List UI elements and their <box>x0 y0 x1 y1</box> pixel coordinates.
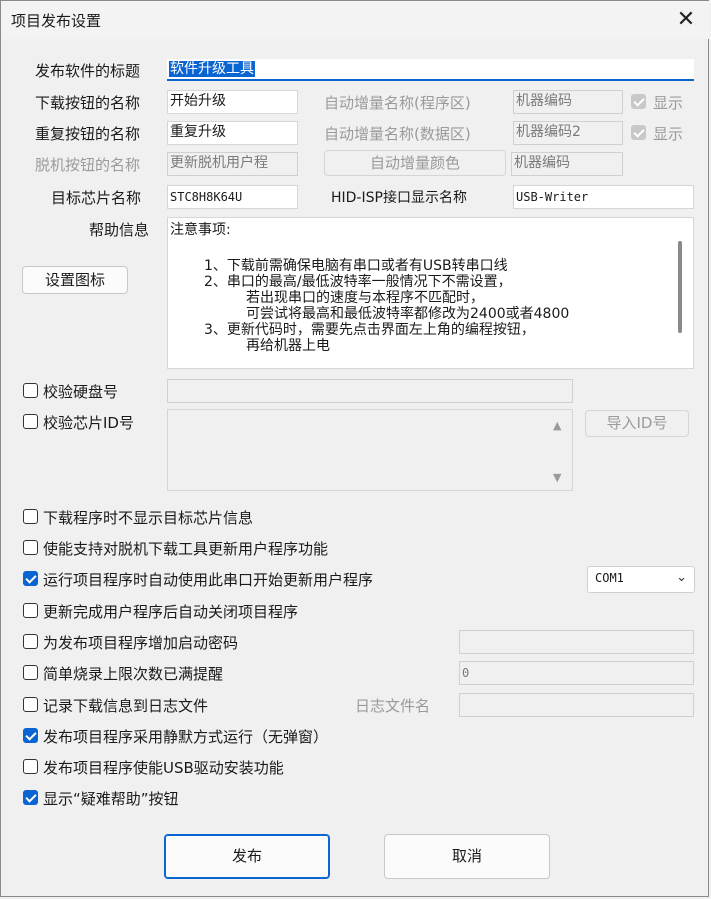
usb-driver-install-checkbox[interactable] <box>23 759 38 774</box>
log-file-name-input[interactable] <box>459 693 694 717</box>
enable-offline-update-checkbox[interactable] <box>23 540 38 555</box>
publish-button[interactable]: 发布 <box>164 834 330 879</box>
show-checkbox-2[interactable] <box>631 125 646 140</box>
help-line: 1、下载前需确保电脑有串口或者有USB转串口线 <box>204 258 508 274</box>
help-line: 注意事项: <box>170 222 231 238</box>
auto-increment-data-input[interactable]: 机器编码2 <box>513 121 623 145</box>
cancel-button[interactable]: 取消 <box>384 834 550 879</box>
auto-increment-color-button[interactable]: 自动增量颜色 <box>324 150 506 176</box>
close-icon[interactable]: ✕ <box>669 5 703 35</box>
com-port-select[interactable]: COM1 ⌄ <box>587 566 695 593</box>
show-checkbox-1[interactable] <box>631 94 646 109</box>
help-line: 2、串口的最高/最低波特率一般情况下不需设置， <box>204 274 512 290</box>
show-label-2: 显示 <box>653 125 684 143</box>
no-target-info-checkbox[interactable] <box>23 509 38 524</box>
verify-chip-id-checkbox[interactable] <box>23 414 38 429</box>
release-title-label: 发布软件的标题 <box>35 62 141 80</box>
verify-disk-label: 校验硬盘号 <box>43 383 119 401</box>
burn-limit-label: 简单烧录上限次数已满提醒 <box>43 665 224 683</box>
startup-password-input[interactable] <box>459 630 694 654</box>
verify-chip-id-label: 校验芯片ID号 <box>43 414 134 432</box>
auto-increment-color-input[interactable]: 机器编码 <box>511 152 623 176</box>
burn-limit-input[interactable]: 0 <box>459 661 694 685</box>
log-file-name-label: 日志文件名 <box>355 697 431 715</box>
hid-isp-name-label: HID-ISP接口显示名称 <box>331 190 467 206</box>
help-info-label: 帮助信息 <box>89 221 150 239</box>
auto-close-checkbox[interactable] <box>23 603 38 618</box>
silent-mode-label: 发布项目程序采用静默方式运行（无弹窗） <box>43 728 329 746</box>
import-id-button[interactable]: 导入ID号 <box>585 410 689 437</box>
log-to-file-checkbox[interactable] <box>23 697 38 712</box>
show-help-button-label: 显示“疑难帮助”按钮 <box>43 790 179 808</box>
help-line: 再给机器上电 <box>246 338 330 354</box>
release-settings-dialog: 项目发布设置 ✕ 发布软件的标题 软件升级工具 下载按钮的名称 开始升级 自动增… <box>0 0 710 897</box>
window-title: 项目发布设置 <box>11 12 102 30</box>
title-bar <box>1 1 710 39</box>
offline-button-name-label: 脱机按钮的名称 <box>35 156 141 174</box>
startup-password-label: 为发布项目程序增加启动密码 <box>43 634 239 652</box>
auto-increment-program-input[interactable]: 机器编码 <box>513 90 623 114</box>
help-line: 若出现串口的速度与本程序不匹配时， <box>246 290 484 306</box>
release-title-input[interactable]: 软件升级工具 <box>167 59 694 81</box>
hid-isp-name-input[interactable]: USB-Writer <box>513 185 694 209</box>
repeat-button-name-input[interactable]: 重复升级 <box>167 121 298 145</box>
help-line: 3、更新代码时，需要先点击界面左上角的编程按钮， <box>204 322 535 338</box>
verify-disk-checkbox[interactable] <box>23 383 38 398</box>
release-title-value: 软件升级工具 <box>169 61 255 77</box>
no-target-info-label: 下载程序时不显示目标芯片信息 <box>43 509 254 527</box>
offline-button-name-input[interactable]: 更新脱机用户程 <box>167 152 298 176</box>
silent-mode-checkbox[interactable] <box>23 728 38 743</box>
scroll-down-icon[interactable]: ▼ <box>553 471 561 484</box>
com-port-value: COM1 <box>595 571 624 585</box>
help-scrollbar-thumb[interactable] <box>678 241 682 333</box>
show-help-button-checkbox[interactable] <box>23 790 38 805</box>
auto-increment-data-label: 自动增量名称(数据区) <box>324 125 471 143</box>
set-icon-button[interactable]: 设置图标 <box>22 266 128 294</box>
startup-password-checkbox[interactable] <box>23 634 38 649</box>
verify-disk-input[interactable] <box>167 379 573 403</box>
scroll-up-icon[interactable]: ▲ <box>553 419 561 432</box>
show-label-1: 显示 <box>653 94 684 112</box>
repeat-button-name-label: 重复按钮的名称 <box>35 125 141 143</box>
auto-serial-update-label: 运行项目程序时自动使用此串口开始更新用户程序 <box>43 571 374 589</box>
help-info-textarea[interactable]: 注意事项: 1、下载前需确保电脑有串口或者有USB转串口线 2、串口的最高/最低… <box>167 217 694 369</box>
auto-increment-program-label: 自动增量名称(程序区) <box>324 94 471 112</box>
burn-limit-checkbox[interactable] <box>23 665 38 680</box>
log-to-file-label: 记录下载信息到日志文件 <box>43 697 209 715</box>
enable-offline-update-label: 使能支持对脱机下载工具更新用户程序功能 <box>43 540 329 558</box>
auto-close-label: 更新完成用户程序后自动关闭项目程序 <box>43 603 299 621</box>
auto-serial-update-checkbox[interactable] <box>23 571 38 586</box>
target-chip-name-label: 目标芯片名称 <box>51 189 142 207</box>
target-chip-name-input[interactable]: STC8H8K64U <box>167 185 298 209</box>
download-button-name-input[interactable]: 开始升级 <box>167 90 298 114</box>
help-line: 可尝试将最高和最低波特率都修改为2400或者4800 <box>246 306 570 322</box>
download-button-name-label: 下载按钮的名称 <box>35 94 141 112</box>
chip-id-list[interactable] <box>167 409 573 491</box>
chevron-down-icon: ⌄ <box>676 570 687 585</box>
usb-driver-install-label: 发布项目程序使能USB驱动安装功能 <box>43 759 284 777</box>
